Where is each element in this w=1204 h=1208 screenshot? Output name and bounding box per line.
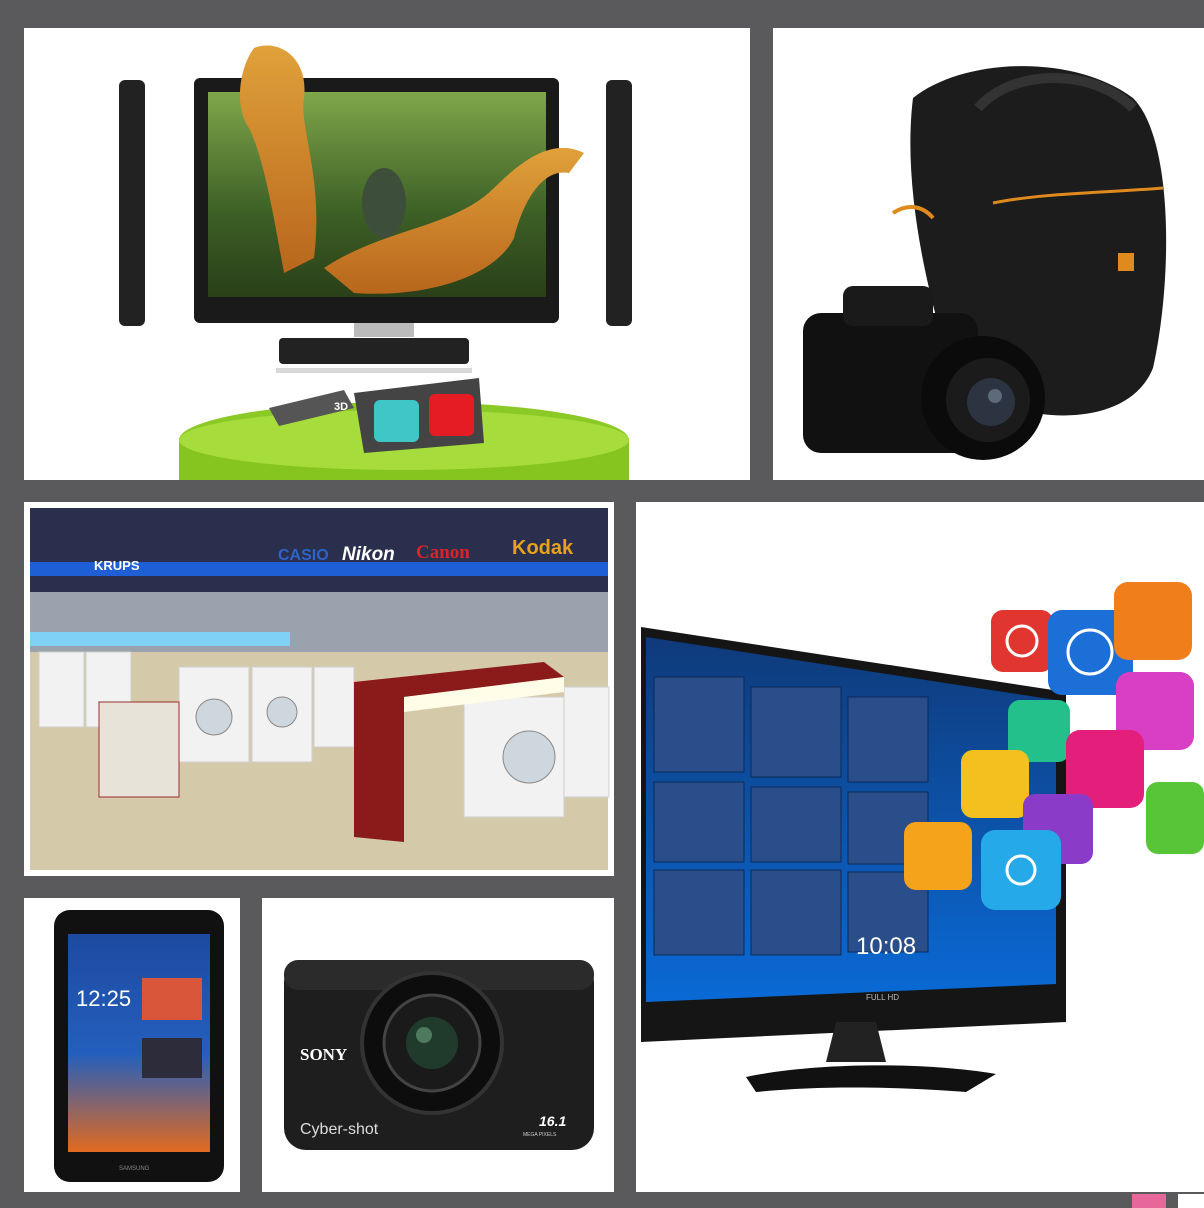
brand-canon: Canon [416, 542, 470, 563]
camera-bag-image [773, 28, 1204, 480]
smart-tv-image: 10:08 FULL HD [636, 502, 1204, 1192]
sony-camera-image: SONY Cyber-shot 16.1 MEGA PIXELS [262, 898, 614, 1192]
brand-nikon: Nikon [342, 544, 395, 565]
tv-clock: 10:08 [856, 933, 916, 960]
camera-megapixels: 16.1 [539, 1113, 566, 1129]
tv-brand: FULL HD [866, 993, 899, 1002]
camera-model: Cyber-shot [300, 1121, 379, 1138]
brand-kodak: Kodak [512, 537, 574, 559]
tablet-time: 12:25 [76, 986, 131, 1011]
glasses-label: 3D [334, 401, 348, 413]
sign-krups: KRUPS [94, 558, 140, 573]
tablet-image: 12:25 SAMSUNG [24, 898, 240, 1192]
accent-block-pink [1132, 1194, 1166, 1208]
camera-mp-label: MEGA PIXELS [523, 1132, 557, 1138]
camera-brand: SONY [300, 1045, 347, 1064]
electronics-store-image: CASIO Nikon Canon Kodak KRUPS [24, 502, 614, 876]
tablet-brand: SAMSUNG [119, 1166, 150, 1172]
brand-casio: CASIO [278, 547, 329, 564]
accent-block-white [1178, 1194, 1204, 1208]
tv-3d-image: 3D [24, 28, 750, 480]
